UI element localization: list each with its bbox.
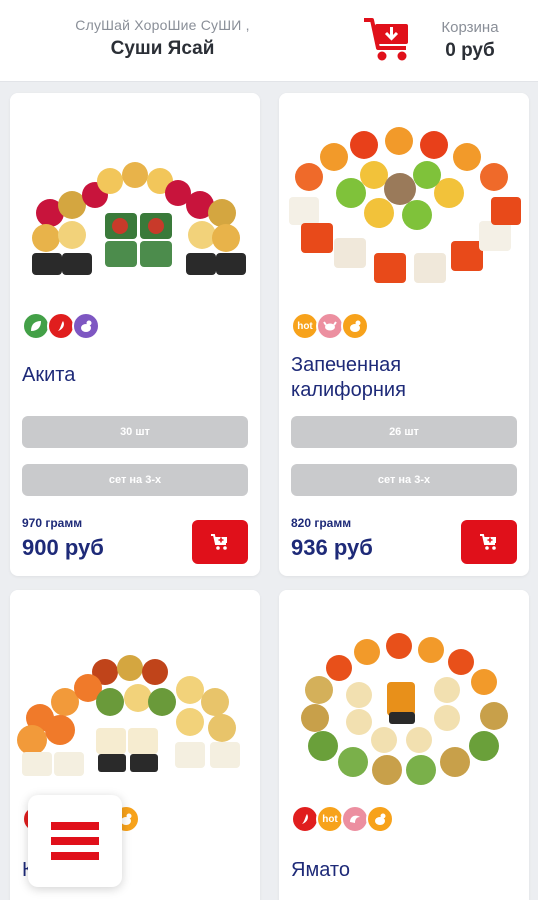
crab-icon (316, 312, 344, 340)
hot-icon: hot (316, 805, 344, 833)
cart-button[interactable]: Корзина 0 руб (358, 12, 528, 68)
tag-badges (22, 312, 100, 340)
product-photo (279, 93, 529, 293)
menu-bar-top (51, 822, 99, 830)
add-cart-icon (211, 534, 227, 550)
product-card[interactable]: hot Ямато (279, 590, 529, 900)
product-photo (10, 93, 260, 293)
add-cart-icon (480, 534, 496, 550)
chicken-icon (341, 312, 369, 340)
product-photo (279, 590, 529, 790)
product-weight: 820 грамм (291, 516, 352, 530)
tag-badges: hot (291, 805, 394, 833)
chili-icon (47, 312, 75, 340)
serving-option[interactable]: сет на 3-х (291, 464, 517, 496)
hot-icon: hot (291, 312, 319, 340)
product-photo (10, 590, 260, 790)
tag-badges: hot (291, 312, 369, 340)
cart-total: 0 руб (445, 40, 495, 61)
product-card[interactable]: Акита 30 шт сет на 3-х 970 грамм 900 руб (10, 93, 260, 576)
chili-icon (291, 805, 319, 833)
pieces-option[interactable]: 30 шт (22, 416, 248, 448)
menu-bar-bottom (51, 852, 99, 860)
serving-option[interactable]: сет на 3-х (22, 464, 248, 496)
cart-icon (364, 18, 408, 61)
tagline: СлуШай ХороШие СуШИ , (75, 17, 250, 33)
product-weight: 970 грамм (22, 516, 83, 530)
chicken-icon (366, 805, 394, 833)
menu-button[interactable] (28, 795, 122, 887)
app-header: СлуШай ХороШие СуШИ , Суши Ясай Корзина … (0, 0, 538, 82)
product-title[interactable]: Акита (22, 363, 248, 388)
product-price: 936 руб (291, 535, 373, 560)
chicken-icon (72, 312, 100, 340)
product-card[interactable]: hot Запеченная калифорния 26 шт сет на 3… (279, 93, 529, 576)
add-to-cart-button[interactable] (192, 520, 248, 564)
cart-label: Корзина (441, 19, 499, 36)
product-title[interactable]: Запеченная калифорния (291, 353, 461, 403)
product-price: 900 руб (22, 535, 104, 560)
shrimp-icon (341, 805, 369, 833)
pieces-option[interactable]: 26 шт (291, 416, 517, 448)
product-title[interactable]: Ямато (291, 858, 517, 883)
brand-name: Суши Ясай (110, 38, 215, 59)
menu-bar-middle (51, 837, 99, 845)
add-to-cart-button[interactable] (461, 520, 517, 564)
leaf-icon (22, 312, 50, 340)
